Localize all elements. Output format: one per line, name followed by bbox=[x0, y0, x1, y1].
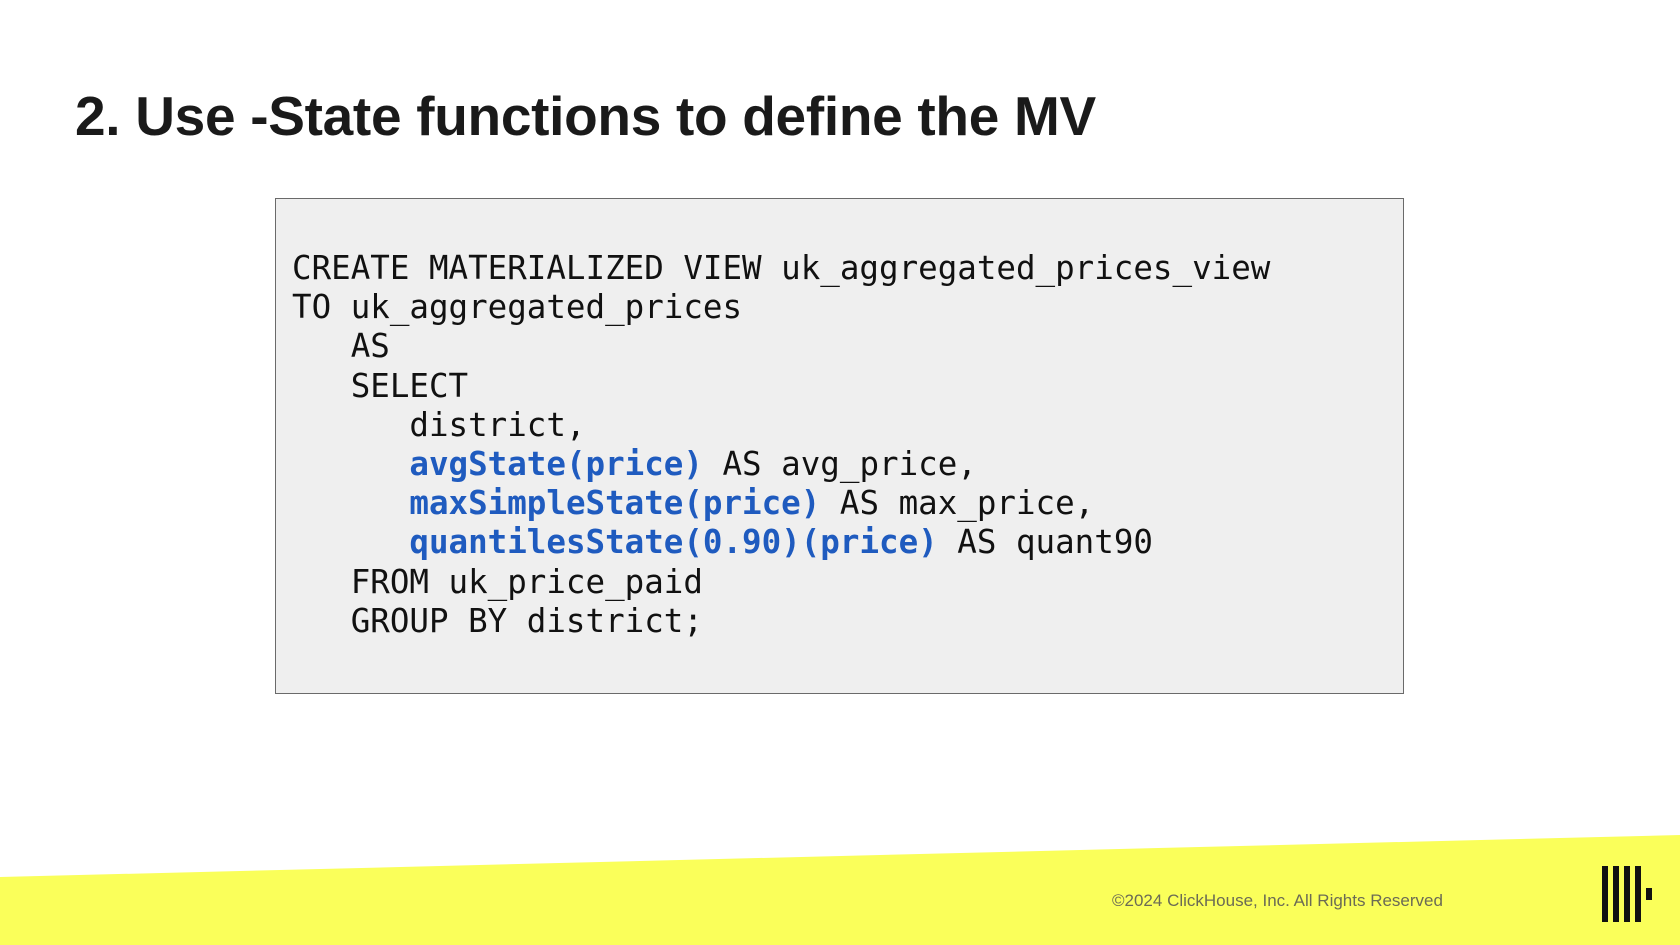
code-text: AS bbox=[350, 327, 390, 366]
code-box: CREATE MATERIALIZED VIEW uk_aggregated_p… bbox=[275, 198, 1404, 694]
code-function-call: avgState(price) bbox=[409, 444, 703, 483]
code-function-call: maxSimpleState(price) bbox=[409, 484, 821, 523]
code-line: district, bbox=[292, 406, 1270, 445]
code-text: SELECT bbox=[350, 366, 469, 405]
code-line: maxSimpleState(price) AS max_price, bbox=[292, 484, 1270, 523]
code-line: avgState(price) AS avg_price, bbox=[292, 445, 1270, 484]
code-function-call: quantilesState(0.90)(price) bbox=[409, 523, 938, 562]
copyright-text: ©2024 ClickHouse, Inc. All Rights Reserv… bbox=[1112, 891, 1443, 910]
footer-band bbox=[0, 835, 1680, 945]
slide-title: 2. Use -State functions to define the MV bbox=[75, 85, 1096, 147]
code-text: district, bbox=[409, 405, 586, 444]
code-text: AS max_price, bbox=[820, 484, 1095, 523]
code-text: AS quant90 bbox=[937, 523, 1153, 562]
code-line: quantilesState(0.90)(price) AS quant90 bbox=[292, 523, 1270, 562]
code-text: GROUP BY district; bbox=[350, 601, 703, 640]
code-text: TO uk_aggregated_prices bbox=[292, 288, 743, 327]
code-line: AS bbox=[292, 327, 1270, 366]
clickhouse-logo-icon bbox=[1602, 866, 1658, 922]
code-block: CREATE MATERIALIZED VIEW uk_aggregated_p… bbox=[292, 249, 1270, 641]
code-line: TO uk_aggregated_prices bbox=[292, 288, 1270, 327]
code-line: GROUP BY district; bbox=[292, 602, 1270, 641]
code-line: SELECT bbox=[292, 367, 1270, 406]
code-text: AS avg_price, bbox=[702, 444, 977, 483]
code-text: FROM uk_price_paid bbox=[350, 562, 703, 601]
code-text: CREATE MATERIALIZED VIEW uk_aggregated_p… bbox=[292, 249, 1271, 287]
code-line: CREATE MATERIALIZED VIEW uk_aggregated_p… bbox=[292, 249, 1270, 288]
code-line: FROM uk_price_paid bbox=[292, 563, 1270, 602]
